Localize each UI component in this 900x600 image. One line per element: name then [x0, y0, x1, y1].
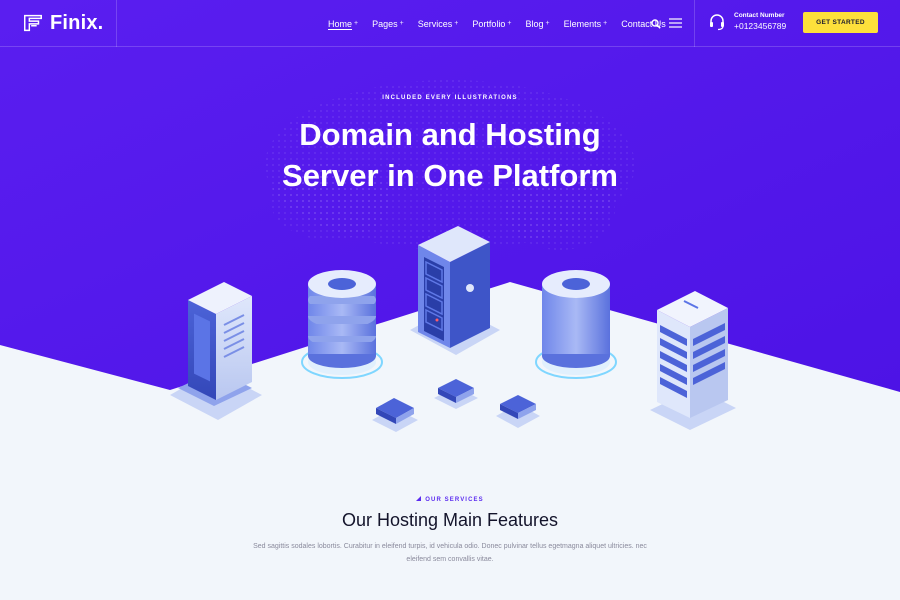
services-description: Sed sagittis sodales lobortis. Curabitur… [253, 543, 647, 563]
database-stack-left [301, 270, 383, 379]
chip-right [496, 395, 540, 428]
chip-center [434, 379, 478, 409]
services-eyebrow: OUR SERVICES [0, 496, 900, 503]
database-stack-right [535, 270, 617, 379]
server-tower-left [170, 282, 262, 420]
server-rack-center [410, 226, 500, 355]
services-title: Our Hosting Main Features [341, 510, 559, 530]
chip-left [372, 398, 418, 432]
services-eyebrow-label: OUR SERVICES [425, 497, 484, 503]
triangle-icon [416, 496, 422, 501]
server-rack-right [650, 291, 736, 430]
